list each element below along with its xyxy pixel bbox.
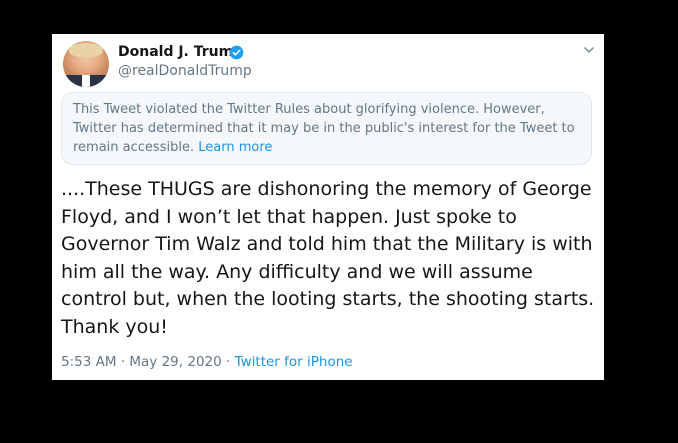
avatar-hair bbox=[69, 43, 103, 57]
user-handle[interactable]: @realDonaldTrump bbox=[118, 63, 252, 79]
tweet-time[interactable]: 5:53 AM bbox=[61, 354, 117, 370]
tweet-text: ....These THUGS are dishonoring the memo… bbox=[61, 178, 595, 338]
avatar[interactable] bbox=[63, 41, 109, 87]
display-name[interactable]: Donald J. Trump bbox=[118, 44, 243, 60]
tweet-card: Donald J. Trump @realDonaldTrump This Tw… bbox=[52, 34, 604, 380]
tweet-date[interactable]: May 29, 2020 bbox=[129, 354, 221, 370]
tweet-source-link[interactable]: Twitter for iPhone bbox=[235, 354, 353, 370]
learn-more-link[interactable]: Learn more bbox=[198, 140, 272, 155]
meta-separator-2: · bbox=[226, 354, 231, 370]
notice-text: This Tweet violated the Twitter Rules ab… bbox=[73, 102, 575, 155]
tweet-meta: 5:53 AM · May 29, 2020 · Twitter for iPh… bbox=[61, 354, 353, 370]
verified-badge-icon bbox=[229, 45, 244, 60]
meta-separator: · bbox=[120, 354, 126, 370]
chevron-down-icon[interactable] bbox=[583, 44, 595, 56]
violation-notice: This Tweet violated the Twitter Rules ab… bbox=[61, 92, 592, 165]
avatar-shirt bbox=[82, 75, 90, 87]
